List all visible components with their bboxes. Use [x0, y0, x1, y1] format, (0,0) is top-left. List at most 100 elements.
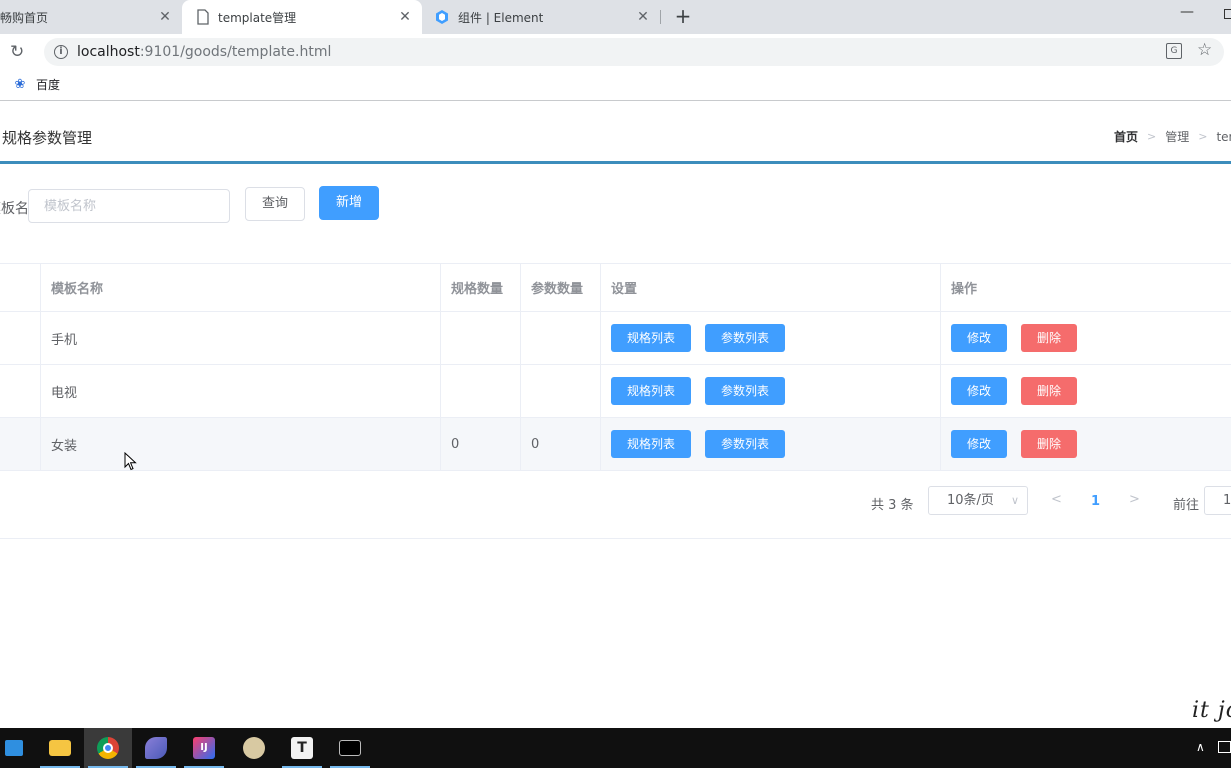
address-bar: ↻ i localhost:9101/goods/template.html G… [0, 34, 1231, 70]
taskbar-start[interactable] [0, 728, 38, 768]
translate-icon[interactable]: G [1166, 43, 1182, 59]
delete-button[interactable]: 删除 [1021, 377, 1077, 405]
bookmark-baidu[interactable]: ❀ 百度 [12, 76, 60, 93]
breadcrumb: 首页 > 管理 > template管理 [1114, 128, 1231, 145]
cell-para-num [521, 365, 601, 417]
breadcrumb-manage[interactable]: 管理 [1165, 128, 1189, 145]
minimize-icon[interactable]: — [1180, 4, 1194, 20]
cell-settings: 规格列表 参数列表 [601, 418, 941, 470]
page-title: 规格参数管理 [2, 129, 93, 147]
close-icon[interactable]: ✕ [636, 10, 650, 24]
template-table: 模板名称 规格数量 参数数量 设置 操作 手机 规格列表 参数列表 修改 删除 … [0, 263, 1231, 471]
taskbar-intellij[interactable]: IJ [180, 728, 228, 768]
cell-name: 电视 [41, 365, 441, 417]
browser-tab-element[interactable]: 组件 | Element ✕ [424, 0, 660, 34]
header-cell-settings: 设置 [601, 264, 941, 311]
edit-button[interactable]: 修改 [951, 324, 1007, 352]
cell-actions: 修改 删除 [941, 418, 1231, 470]
breadcrumb-home[interactable]: 首页 [1114, 128, 1138, 145]
spec-list-button[interactable]: 规格列表 [611, 430, 691, 458]
maximize-icon[interactable] [1224, 9, 1231, 19]
query-button[interactable]: 查询 [245, 187, 305, 221]
tab-title: 畅购首页 [0, 10, 49, 25]
table-row[interactable]: 电视 规格列表 参数列表 修改 删除 [0, 365, 1231, 418]
para-list-button[interactable]: 参数列表 [705, 324, 785, 352]
cell-settings: 规格列表 参数列表 [601, 312, 941, 364]
page-number-current[interactable]: 1 [1091, 494, 1100, 509]
star-icon[interactable]: ☆ [1197, 40, 1212, 60]
tab-title: template管理 [218, 10, 297, 25]
chevron-right-icon: > [1147, 130, 1157, 143]
terminal-icon [339, 740, 361, 756]
edit-button[interactable]: 修改 [951, 377, 1007, 405]
spec-list-button[interactable]: 规格列表 [611, 324, 691, 352]
bookmark-label: 百度 [36, 78, 61, 92]
para-list-button[interactable]: 参数列表 [705, 430, 785, 458]
table-header-row: 模板名称 规格数量 参数数量 设置 操作 [0, 264, 1231, 312]
delete-button[interactable]: 删除 [1021, 430, 1077, 458]
taskbar-paint[interactable] [230, 728, 278, 768]
chevron-right-icon: > [1198, 130, 1208, 143]
delete-button[interactable]: 删除 [1021, 324, 1077, 352]
table-row[interactable]: 手机 规格列表 参数列表 修改 删除 [0, 312, 1231, 365]
header-cell-index [0, 264, 41, 311]
cell-index [0, 312, 41, 364]
taskbar-terminal[interactable] [326, 728, 374, 768]
cell-actions: 修改 删除 [941, 365, 1231, 417]
browser-tab-template[interactable]: template管理 ✕ [182, 0, 422, 34]
goto-page-input[interactable]: 1 [1204, 486, 1231, 515]
folder-icon [49, 740, 71, 756]
taskbar-chrome[interactable] [84, 728, 132, 768]
prev-page-icon[interactable]: < [1051, 492, 1062, 507]
network-icon[interactable] [1218, 741, 1231, 753]
chevron-up-icon[interactable]: ∧ [1196, 740, 1205, 754]
taskbar-explorer[interactable] [36, 728, 84, 768]
page-content: 规格参数管理 首页 > 管理 > template管理 模板名称 查询 新增 模… [0, 102, 1231, 728]
goto-label: 前往 [1173, 498, 1200, 513]
info-icon[interactable]: i [54, 45, 68, 59]
page-icon [197, 9, 209, 25]
breadcrumb-current: template管理 [1216, 130, 1231, 144]
url-text[interactable]: localhost:9101/goods/template.html [77, 44, 331, 60]
paw-icon: ❀ [14, 76, 26, 92]
computer-icon [5, 740, 23, 756]
os-taskbar: IJ T ∧ [0, 728, 1231, 768]
template-name-input[interactable] [28, 189, 230, 223]
pagination: 共 3 条 10条/页 ∨ < 1 > 前往 1 [0, 483, 1231, 539]
cell-actions: 修改 删除 [941, 312, 1231, 364]
cell-index [0, 418, 41, 470]
new-tab-plus-icon[interactable]: + [672, 6, 694, 28]
next-page-icon[interactable]: > [1129, 492, 1140, 507]
cell-spec-num: 0 [441, 418, 521, 470]
table-row[interactable]: 女装 0 0 规格列表 参数列表 修改 删除 [0, 418, 1231, 471]
page-size-value: 10条/页 [947, 493, 994, 508]
browser-tab-home[interactable]: 畅购首页 ✕ [0, 0, 182, 34]
header-cell-name: 模板名称 [41, 264, 441, 311]
chrome-icon [97, 737, 119, 759]
cell-name: 女装 [41, 418, 441, 470]
page-size-select[interactable]: 10条/页 ∨ [928, 486, 1028, 515]
bookmarks-bar: ❀ 百度 [0, 70, 1231, 101]
reload-icon[interactable]: ↻ [10, 42, 24, 62]
cell-spec-num [441, 312, 521, 364]
taskbar-dolphin[interactable] [132, 728, 180, 768]
dolphin-icon [145, 737, 167, 759]
header-cell-spec-num: 规格数量 [441, 264, 521, 311]
url-host: localhost [77, 44, 140, 60]
cell-para-num [521, 312, 601, 364]
watermark-text: it jc [1192, 698, 1231, 723]
spec-list-button[interactable]: 规格列表 [611, 377, 691, 405]
omnibox[interactable]: i localhost:9101/goods/template.html G ☆ [44, 38, 1224, 66]
para-list-button[interactable]: 参数列表 [705, 377, 785, 405]
cell-settings: 规格列表 参数列表 [601, 365, 941, 417]
header-cell-actions: 操作 [951, 282, 978, 297]
header-cell-para-num: 参数数量 [521, 264, 601, 311]
cell-name: 手机 [41, 312, 441, 364]
taskbar-typora[interactable]: T [278, 728, 326, 768]
pagination-total: 共 3 条 [871, 498, 914, 513]
close-icon[interactable]: ✕ [398, 10, 412, 24]
mouse-cursor-icon [124, 452, 137, 471]
close-icon[interactable]: ✕ [158, 10, 172, 24]
add-button[interactable]: 新增 [319, 186, 379, 220]
edit-button[interactable]: 修改 [951, 430, 1007, 458]
